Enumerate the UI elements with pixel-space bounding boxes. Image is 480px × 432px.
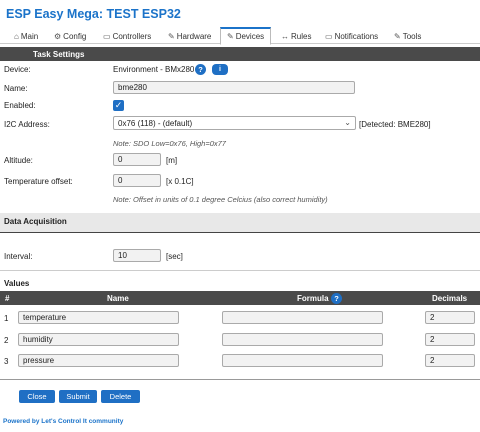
tab-label: Devices [235, 32, 265, 41]
delete-button[interactable]: Delete [101, 390, 140, 403]
plug-icon: ✎ [227, 32, 234, 41]
i2c-note: Note: SDO Low=0x76, High=0x77 [113, 139, 226, 148]
column-decimals: Decimals [432, 293, 468, 303]
device-label: Device: [4, 65, 31, 74]
rules-icon: ↔ [281, 32, 289, 41]
tab-devices[interactable]: ✎ Devices [220, 27, 272, 45]
pin-icon: ✎ [168, 32, 175, 41]
column-formula: Formula [297, 293, 329, 303]
tab-notifications[interactable]: ▭ Notifications [325, 29, 378, 44]
device-value: Environment - BMx280 [113, 65, 195, 74]
tab-rules[interactable]: ↔ Rules [281, 29, 311, 44]
column-number: # [5, 293, 10, 303]
close-button[interactable]: Close [19, 390, 55, 403]
help-glyph: ? [334, 294, 339, 303]
section-title: Data Acquisition [4, 217, 67, 226]
temperature-offset-unit: [x 0.1C] [166, 177, 194, 186]
name-label: Name: [4, 84, 28, 93]
mail-icon: ▭ [325, 32, 333, 41]
tab-tools[interactable]: ✎ Tools [394, 29, 421, 44]
tab-config[interactable]: ⚙ Config [54, 29, 86, 44]
decimals-input[interactable]: 2 [425, 333, 475, 346]
footer-link[interactable]: Powered by Let's Control It community [3, 418, 123, 425]
formula-input[interactable] [222, 311, 383, 324]
chevron-down-icon: ⌄ [344, 118, 351, 127]
row-number: 2 [4, 336, 9, 345]
check-icon: ✓ [114, 100, 123, 110]
values-header: Values [4, 279, 30, 288]
i2c-detected: [Detected: BME280] [359, 120, 431, 129]
altitude-input[interactable]: 0 [113, 153, 161, 166]
decimals-input[interactable]: 2 [425, 354, 475, 367]
tab-bar: ⌂ Main ⚙ Config ▭ Controllers ✎ Hardware… [0, 27, 480, 45]
decimals-input[interactable]: 2 [425, 311, 475, 324]
row-number: 3 [4, 357, 9, 366]
app-title: ESP Easy Mega: TEST ESP32 [6, 7, 181, 21]
wrench-icon: ✎ [394, 32, 401, 41]
enabled-checkbox[interactable]: ✓ [113, 100, 124, 111]
tab-controllers[interactable]: ▭ Controllers [103, 29, 151, 44]
i2c-address-label: I2C Address: [4, 120, 50, 129]
tab-label: Hardware [176, 32, 212, 41]
section-title: Task Settings [33, 50, 85, 59]
tab-label: Controllers [112, 32, 152, 41]
column-name: Name [107, 293, 129, 303]
interval-unit: [sec] [166, 252, 183, 261]
value-name-input[interactable]: pressure [18, 354, 179, 367]
divider [0, 270, 480, 271]
temperature-offset-label: Temperature offset: [4, 177, 73, 186]
home-icon: ⌂ [14, 32, 19, 41]
tab-hardware[interactable]: ✎ Hardware [168, 29, 211, 44]
temperature-offset-input[interactable]: 0 [113, 174, 161, 187]
submit-button[interactable]: Submit [59, 390, 97, 403]
formula-input[interactable] [222, 354, 383, 367]
values-table-header: # Name Formula ? Decimals [0, 291, 480, 305]
temperature-offset-note: Note: Offset in units of 0.1 degree Celc… [113, 195, 328, 204]
tab-main[interactable]: ⌂ Main [14, 29, 38, 44]
controller-icon: ▭ [103, 32, 111, 41]
interval-label: Interval: [4, 252, 33, 261]
tab-label: Config [63, 32, 87, 41]
enabled-label: Enabled: [4, 101, 36, 110]
tab-label: Notifications [334, 32, 379, 41]
i2c-address-selected: 0x76 (118) - (default) [118, 119, 193, 128]
altitude-unit: [m] [166, 156, 178, 165]
task-settings-header: Task Settings [0, 47, 480, 61]
name-input[interactable]: bme280 [113, 81, 355, 94]
altitude-label: Altitude: [4, 156, 33, 165]
formula-help-icon[interactable]: ? [331, 293, 342, 304]
info-glyph: i [219, 66, 221, 73]
value-name-input[interactable]: temperature [18, 311, 179, 324]
tab-label: Rules [291, 32, 312, 41]
formula-input[interactable] [222, 333, 383, 346]
tab-label: Tools [402, 32, 422, 41]
help-glyph: ? [198, 65, 203, 74]
gear-icon: ⚙ [54, 32, 62, 41]
data-acquisition-header: Data Acquisition [0, 213, 480, 233]
info-icon[interactable]: i [212, 64, 228, 75]
i2c-address-select[interactable]: 0x76 (118) - (default) ⌄ [113, 116, 356, 130]
interval-input[interactable]: 10 [113, 249, 161, 262]
divider [0, 379, 480, 380]
tab-label: Main [20, 32, 39, 41]
value-name-input[interactable]: humidity [18, 333, 179, 346]
row-number: 1 [4, 314, 9, 323]
help-icon[interactable]: ? [195, 64, 206, 75]
